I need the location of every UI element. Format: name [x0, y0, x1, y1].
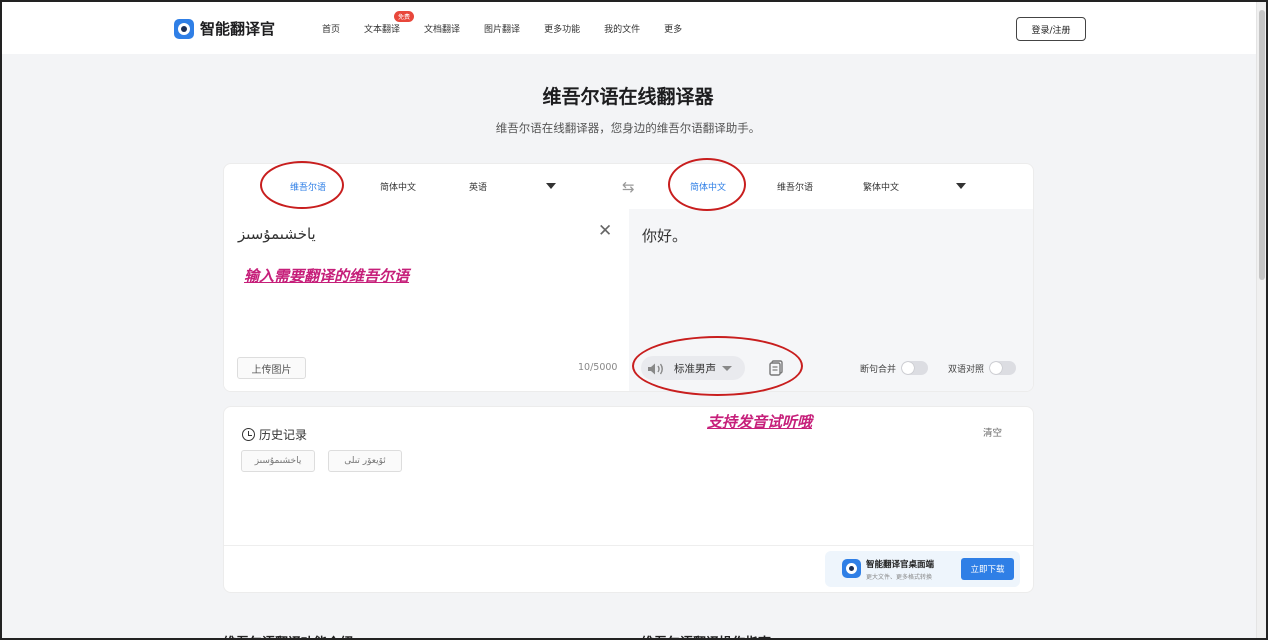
login-register-button[interactable]: 登录/注册 — [1016, 17, 1086, 41]
annotation-circle-target-lang — [668, 158, 746, 211]
nav-home[interactable]: 首页 — [322, 22, 340, 35]
nav-doc-translate[interactable]: 文档翻译 — [424, 22, 460, 35]
annotation-circle-voice — [632, 336, 803, 396]
history-title-text: 历史记录 — [259, 428, 308, 442]
free-badge: 免费 — [394, 11, 415, 22]
page-subtitle: 维吾尔语在线翻译器，您身边的维吾尔语翻译助手。 — [495, 121, 761, 135]
page-title: 维吾尔语在线翻译器 — [542, 86, 714, 108]
promo-subtitle: 更大文件、更多格式转换 — [866, 574, 933, 581]
top-header: 智能翻译官 首页 文本翻译 免费 文档翻译 图片翻译 更多功能 我的文件 更多 … — [2, 2, 1256, 54]
annotation-voice-hint: 支持发音试听哦 — [707, 413, 813, 431]
app-logo-icon — [842, 559, 861, 578]
logo-text: 智能翻译官 — [200, 20, 276, 38]
target-lang-chevron-down-icon[interactable] — [956, 183, 966, 189]
source-lang-english[interactable]: 英语 — [469, 180, 487, 193]
nav-image-translate[interactable]: 图片翻译 — [484, 22, 520, 35]
history-item[interactable]: ياخشىمۇسىز — [241, 450, 315, 472]
bilingual-toggle-group: 双语对照 — [948, 361, 1017, 375]
history-item[interactable]: ئۆيعۆر تىلى — [328, 450, 402, 472]
app-logo-icon — [174, 18, 194, 39]
target-lang-uyghur[interactable]: 维吾尔语 — [777, 180, 813, 193]
nav-more[interactable]: 更多 — [664, 22, 682, 35]
annotation-circle-source-lang — [260, 161, 344, 209]
section-heading-features: 维吾尔语翻译功能介绍 — [223, 632, 353, 640]
merge-sentences-toggle-group: 断句合并 — [860, 361, 929, 375]
nav-text-translate[interactable]: 文本翻译 免费 — [364, 11, 415, 35]
source-lang-chevron-down-icon[interactable] — [546, 183, 556, 189]
desktop-promo: 智能翻译官桌面端 更大文件、更多格式转换 立即下载 — [825, 551, 1020, 587]
history-title: 历史记录 — [242, 426, 307, 443]
main-nav: 首页 文本翻译 免费 文档翻译 图片翻译 更多功能 我的文件 更多 — [322, 11, 706, 35]
source-lang-chinese[interactable]: 简体中文 — [380, 180, 416, 193]
merge-sentences-label: 断句合并 — [860, 364, 897, 375]
history-clock-icon — [242, 428, 255, 441]
annotation-input-hint: 输入需要翻译的维吾尔语 — [244, 267, 410, 285]
char-counter: 10/5000 — [578, 362, 618, 373]
source-text-input[interactable]: ياخشىمۇسىز — [238, 225, 316, 243]
swap-languages-icon[interactable]: ⇆ — [622, 178, 635, 196]
translation-output: 你好。 — [642, 227, 688, 245]
nav-text-translate-label: 文本翻译 — [364, 25, 401, 35]
merge-sentences-toggle[interactable] — [901, 361, 929, 375]
history-panel: 历史记录 清空 ياخشىمۇسىز ئۆيعۆر تىلى 智能翻译官桌面端 … — [223, 406, 1034, 593]
clear-history-button[interactable]: 清空 — [983, 425, 1002, 439]
section-heading-guide: 维吾尔语翻译操作指南 — [641, 632, 771, 640]
source-pane[interactable]: ياخشىمۇسىز ✕ 上传图片 10/5000 — [224, 209, 629, 391]
scrollbar-thumb[interactable] — [1259, 10, 1265, 280]
upload-image-button[interactable]: 上传图片 — [237, 357, 306, 379]
nav-more-features[interactable]: 更多功能 — [544, 22, 580, 35]
page-scrollbar[interactable] — [1256, 2, 1266, 638]
promo-title: 智能翻译官桌面端 — [866, 560, 935, 570]
close-icon[interactable]: ✕ — [598, 221, 612, 241]
bilingual-label: 双语对照 — [948, 364, 985, 375]
divider — [224, 545, 1033, 546]
target-lang-traditional[interactable]: 繁体中文 — [863, 180, 899, 193]
nav-my-files[interactable]: 我的文件 — [604, 22, 640, 35]
download-button[interactable]: 立即下载 — [961, 558, 1014, 580]
bilingual-toggle[interactable] — [989, 361, 1017, 375]
language-bar: 维吾尔语 简体中文 英语 ⇆ 简体中文 维吾尔语 繁体中文 — [224, 164, 1033, 209]
logo[interactable]: 智能翻译官 — [174, 18, 275, 39]
